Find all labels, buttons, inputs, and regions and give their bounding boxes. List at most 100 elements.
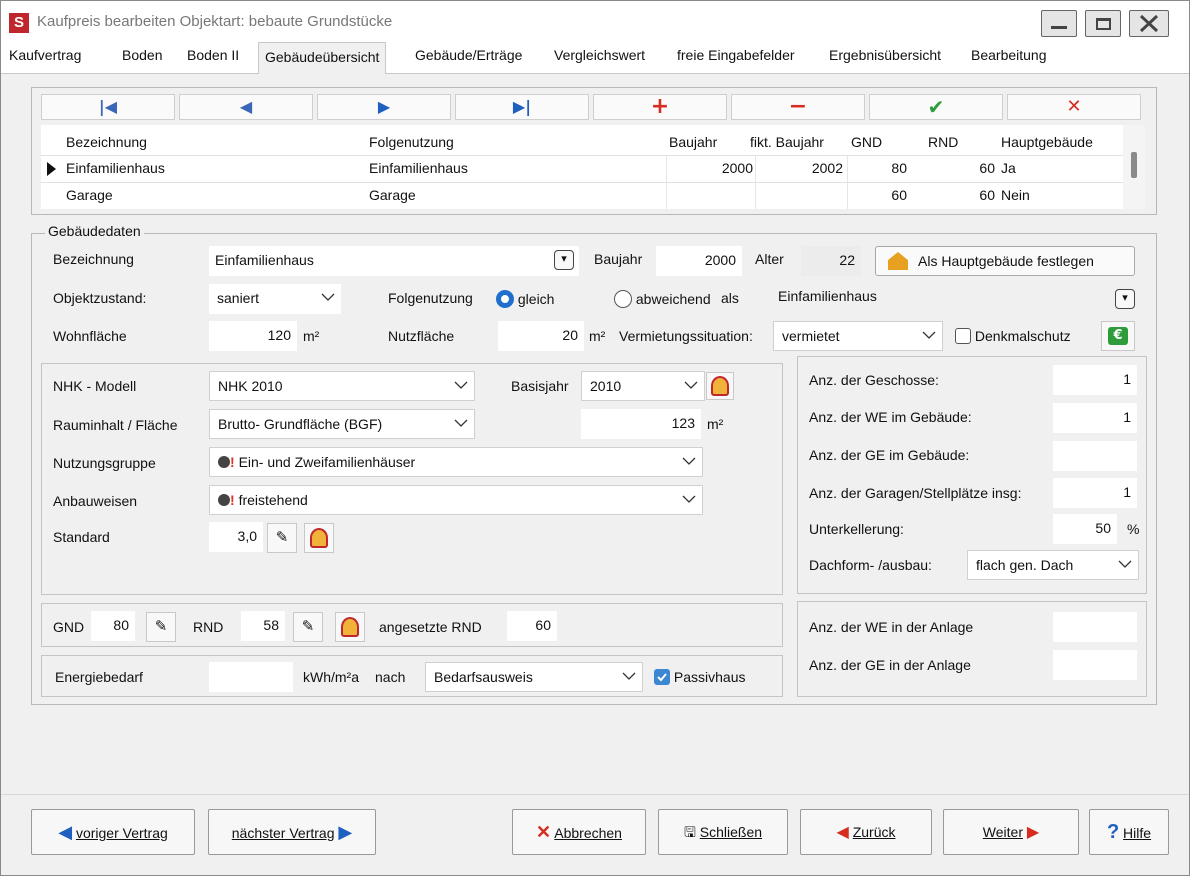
checkbox-checked-icon (654, 669, 670, 685)
gnd-field[interactable]: 80 (91, 611, 135, 641)
table-row[interactable]: Garage Garage 60 60 Nein (41, 183, 1121, 209)
nutzflaeche-field[interactable]: 20 (498, 321, 584, 351)
denkmalschutz-label: Denkmalschutz (974, 328, 1071, 344)
confirm-record-button[interactable]: ✔ (869, 94, 1003, 120)
column-header-hauptgebaeude[interactable]: Hauptgebäude (1001, 134, 1093, 150)
gnd-wizard-button[interactable]: ✎ (146, 612, 176, 642)
tab-gebaeude-ertraege[interactable]: Gebäude/Erträge (415, 47, 522, 63)
column-header-rnd[interactable]: RND (928, 134, 958, 150)
we-label: Anz. der WE im Gebäude: (809, 409, 972, 425)
bezeichnung-label: Bezeichnung (53, 251, 134, 267)
geschosse-field[interactable]: 1 (1053, 365, 1137, 395)
ge-field[interactable] (1053, 441, 1137, 471)
table-row[interactable]: Einfamilienhaus Einfamilienhaus 2000 200… (41, 156, 1121, 182)
first-record-button[interactable]: |◀ (41, 94, 175, 120)
weiter-label: Weiter (982, 824, 1023, 840)
standard-wizard-button[interactable]: ✎ (267, 523, 297, 553)
prev-contract-button[interactable]: ◀ voriger Vertrag (31, 809, 195, 855)
minimize-button[interactable] (1041, 10, 1077, 37)
tab-boden-ii[interactable]: Boden II (187, 47, 239, 63)
standard-info-button[interactable] (304, 523, 334, 553)
rnd-field[interactable]: 58 (241, 611, 285, 641)
ge-anlage-field[interactable] (1053, 650, 1137, 680)
close-window-button[interactable] (1129, 10, 1169, 37)
tab-vergleichswert[interactable]: Vergleichswert (554, 47, 645, 63)
delete-record-button[interactable]: − (731, 94, 865, 120)
set-main-building-button[interactable]: Als Hauptgebäude festlegen (875, 246, 1135, 276)
column-header-folgenutzung[interactable]: Folgenutzung (369, 134, 454, 150)
schliessen-button[interactable]: 🖫 Schließen (658, 809, 788, 855)
bgf-field[interactable]: 123 (581, 409, 701, 439)
column-header-fikt-baujahr[interactable]: fikt. Baujahr (750, 134, 824, 150)
unterkellerung-field[interactable]: 50 (1053, 514, 1117, 544)
tab-gebaeudeuebersicht[interactable]: Gebäudeübersicht (258, 42, 387, 74)
we-anlage-label: Anz. der WE in der Anlage (809, 619, 974, 635)
arrow-back-icon: ◀ (836, 824, 849, 841)
next-record-button[interactable]: ▶ (317, 94, 451, 120)
unterkellerung-unit: % (1127, 521, 1140, 537)
abbrechen-button[interactable]: ✕ Abbrechen (512, 809, 646, 855)
tab-freie-eingabefelder[interactable]: freie Eingabefelder (677, 47, 795, 63)
rnd-wizard-button[interactable]: ✎ (293, 612, 323, 642)
tab-kaufvertrag[interactable]: Kaufvertrag (9, 47, 81, 63)
nutzungsgruppe-select[interactable]: ! Ein- und Zweifamilienhäuser (209, 447, 703, 477)
tab-bearbeitung[interactable]: Bearbeitung (971, 47, 1047, 63)
next-contract-label: nächster Vertrag (231, 825, 335, 841)
magic-wand-icon: ✎ (275, 528, 289, 546)
passivhaus-checkbox[interactable]: Passivhaus (654, 669, 745, 685)
basisjahr-value: 2010 (590, 378, 622, 394)
we-anlage-field[interactable] (1053, 612, 1137, 642)
garagen-field[interactable]: 1 (1053, 478, 1137, 508)
ausweis-select[interactable]: Bedarfsausweis (425, 662, 643, 692)
standard-field[interactable]: 3,0 (209, 522, 263, 552)
energiebedarf-field[interactable] (209, 662, 293, 692)
baujahr-field[interactable]: 2000 (656, 246, 742, 276)
wohnflaeche-field[interactable]: 120 (209, 321, 297, 351)
hilfe-button[interactable]: ? Hilfe (1089, 809, 1169, 855)
bezeichnung-picker-button[interactable]: ▾ (554, 250, 574, 270)
dach-select[interactable]: flach gen. Dach (967, 550, 1139, 580)
chevron-down-icon (454, 419, 468, 427)
denkmalschutz-checkbox[interactable]: Denkmalschutz (955, 328, 1071, 344)
basisjahr-select[interactable]: 2010 (581, 371, 705, 401)
euro-button[interactable]: € (1101, 321, 1135, 351)
basisjahr-info-button[interactable] (706, 372, 734, 400)
last-record-button[interactable]: ▶| (455, 94, 589, 120)
nutzungsgruppe-value: Ein- und Zweifamilienhäuser (238, 454, 416, 470)
gebaeudedaten-title: Gebäudedaten (45, 223, 144, 239)
table-scrollbar[interactable] (1123, 125, 1145, 209)
ausweis-value: Bedarfsausweis (434, 669, 533, 685)
cell-hauptgebaeude: Ja (1001, 160, 1016, 176)
chevron-down-icon (684, 381, 698, 389)
euro-icon: € (1108, 327, 1128, 345)
we-field[interactable]: 1 (1053, 403, 1137, 433)
prev-record-button[interactable]: ◀ (179, 94, 313, 120)
vermietung-select[interactable]: vermietet (773, 321, 943, 351)
column-header-gnd[interactable]: GND (851, 134, 882, 150)
wohnflaeche-label: Wohnfläche (53, 328, 127, 344)
house-icon (888, 252, 908, 270)
rauminhalt-select[interactable]: Brutto- Grundfläche (BGF) (209, 409, 475, 439)
cancel-record-button[interactable]: ✕ (1007, 94, 1141, 120)
radio-abweichend[interactable]: abweichend (614, 290, 711, 308)
objektzustand-select[interactable]: saniert (209, 284, 341, 314)
tab-ergebnisuebersicht[interactable]: Ergebnisübersicht (829, 47, 941, 63)
nhk-modell-select[interactable]: NHK 2010 (209, 371, 475, 401)
zurueck-button[interactable]: ◀ Zurück (800, 809, 932, 855)
radio-gleich[interactable]: gleich (496, 290, 554, 308)
weiter-button[interactable]: Weiter ▶ (943, 809, 1079, 855)
next-contract-button[interactable]: nächster Vertrag ▶ (208, 809, 376, 855)
bezeichnung-field[interactable]: Einfamilienhaus (209, 246, 579, 276)
add-record-button[interactable]: + (593, 94, 727, 120)
maximize-button[interactable] (1085, 10, 1121, 37)
column-divider (847, 155, 848, 209)
column-header-bezeichnung[interactable]: Bezeichnung (66, 134, 147, 150)
folgenutzung-picker-button[interactable]: ▾ (1115, 289, 1135, 309)
rnd-info-button[interactable] (335, 612, 365, 642)
angesetzte-rnd-field[interactable]: 60 (507, 611, 557, 641)
column-header-baujahr[interactable]: Baujahr (669, 134, 717, 150)
scrollbar-thumb[interactable] (1131, 152, 1137, 178)
baujahr-label: Baujahr (594, 251, 643, 267)
anbauweisen-select[interactable]: ! freistehend (209, 485, 703, 515)
tab-boden[interactable]: Boden (122, 47, 162, 63)
